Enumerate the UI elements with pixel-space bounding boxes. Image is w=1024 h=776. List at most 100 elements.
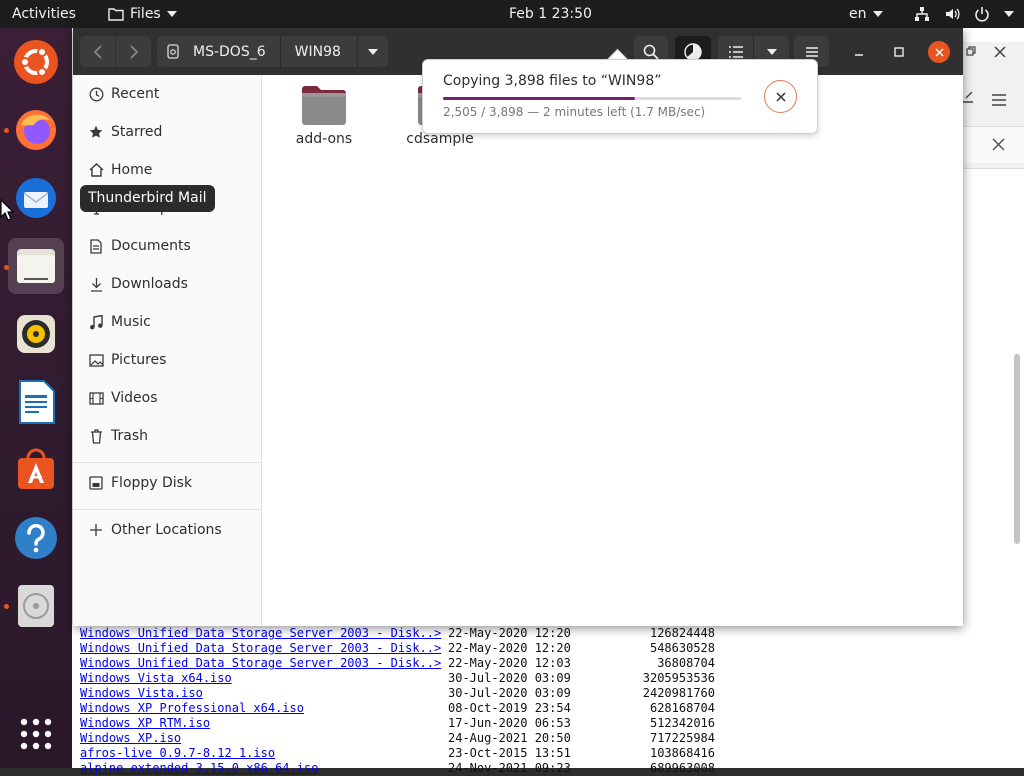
- folder-icon: [302, 86, 346, 125]
- sidebar-item-label: Pictures: [111, 352, 167, 368]
- clock[interactable]: Feb 1 23:50: [509, 5, 592, 23]
- file-date: 30-Jul-2020 03:09: [448, 686, 571, 700]
- file-link[interactable]: Windows XP RTM.iso: [80, 716, 448, 731]
- dock-app-ubuntu[interactable]: [8, 34, 64, 90]
- download-icon[interactable]: [962, 90, 974, 104]
- sidebar-item-pictures[interactable]: Pictures: [73, 345, 261, 375]
- sidebar-item-starred[interactable]: Starred: [73, 117, 261, 147]
- file-link[interactable]: Windows Vista.iso: [80, 686, 448, 701]
- operation-title: Copying 3,898 files to “WIN98”: [443, 73, 662, 89]
- listing-row: Windows XP.iso 24-Aug-2021 20:50 717225984: [80, 731, 715, 746]
- minimize-button[interactable]: [846, 36, 872, 67]
- input-source-button[interactable]: en: [849, 5, 883, 23]
- file-size: 628168704: [649, 701, 715, 715]
- sidebar-item-downloads[interactable]: Downloads: [73, 269, 261, 299]
- view-menu-button[interactable]: [754, 48, 789, 55]
- list-view-icon: [728, 45, 743, 58]
- close-icon[interactable]: [994, 46, 1006, 58]
- file-link[interactable]: Windows Vista x64.iso: [80, 671, 448, 686]
- forward-button[interactable]: [116, 36, 151, 67]
- dock-app-disc[interactable]: [8, 578, 64, 634]
- restore-icon[interactable]: [966, 46, 976, 56]
- menu-icon[interactable]: [992, 94, 1006, 106]
- file-size: 3205953536: [642, 671, 715, 685]
- file-link[interactable]: alpine extended 3.15.0 x86 64.iso: [80, 761, 448, 776]
- ubuntu-logo-icon: [14, 40, 58, 84]
- file-size: 548630528: [649, 641, 715, 655]
- dock-app-rhythmbox[interactable]: [8, 306, 64, 362]
- file-link[interactable]: Windows XP.iso: [80, 731, 448, 746]
- sidebar: Recent Starred Home Desktop Documents Do…: [73, 75, 262, 626]
- maximize-button[interactable]: [886, 36, 912, 67]
- sidebar-item-floppy-disk[interactable]: Floppy Disk: [73, 468, 261, 498]
- listing-row: Windows Vista x64.iso 30-Jul-2020 03:09 32…: [80, 671, 715, 686]
- disc-icon: [18, 585, 54, 627]
- drive-icon: [167, 44, 179, 59]
- scrollbar[interactable]: [1014, 354, 1020, 544]
- sidebar-item-other-locations[interactable]: Other Locations: [73, 515, 261, 545]
- chevron-down-icon: [367, 48, 378, 55]
- app-menu-label: Files: [130, 6, 161, 22]
- file-link[interactable]: Windows XP Professional x64.iso: [80, 701, 448, 716]
- chevron-down-icon: [872, 11, 883, 17]
- dock-app-files[interactable]: [8, 238, 64, 294]
- running-indicator: [4, 128, 9, 133]
- operation-status: 2,505 / 3,898 — 2 minutes left (1.7 MB/s…: [443, 105, 706, 119]
- close-icon[interactable]: [992, 138, 1005, 151]
- cancel-operation-button[interactable]: [764, 80, 797, 113]
- dock-app-firefox[interactable]: [8, 102, 64, 158]
- dock-app-software[interactable]: [8, 442, 64, 498]
- rhythmbox-icon: [17, 315, 55, 353]
- sidebar-item-home[interactable]: Home: [73, 155, 261, 185]
- sidebar-item-recent[interactable]: Recent: [73, 79, 261, 109]
- chevron-left-icon: [93, 44, 102, 59]
- chevron-down-icon: [766, 48, 777, 55]
- file-link[interactable]: Windows Unified Data Storage Server 2003…: [80, 641, 448, 656]
- clock-icon: [89, 87, 103, 101]
- file-link[interactable]: afros-live 0.9.7-8.12 1.iso: [80, 746, 448, 761]
- list-view-button[interactable]: [718, 45, 753, 58]
- file-date: 08-Oct-2019 23:54: [448, 701, 571, 715]
- operation-progress-bar: [443, 97, 741, 100]
- sidebar-item-label: Music: [111, 314, 151, 330]
- file-link[interactable]: Windows Unified Data Storage Server 2003…: [80, 656, 448, 671]
- file-date: 30-Jul-2020 03:09: [448, 671, 571, 685]
- top-bar: Activities Files Feb 1 23:50 en: [0, 0, 1024, 28]
- file-operations-popover: Copying 3,898 files to “WIN98” 2,505 / 3…: [422, 59, 818, 134]
- dock-app-help[interactable]: [8, 510, 64, 566]
- sidebar-item-documents[interactable]: Documents: [73, 231, 261, 261]
- file-size: 689963008: [649, 761, 715, 775]
- file-link[interactable]: Windows Unified Data Storage Server 2003…: [80, 626, 448, 641]
- sidebar-item-label: Floppy Disk: [111, 475, 193, 491]
- running-indicator: [4, 265, 9, 270]
- file-size: 36808704: [657, 656, 715, 670]
- path-crumb[interactable]: MS-DOS_6: [157, 36, 280, 67]
- search-icon: [643, 44, 659, 60]
- path-crumb-current[interactable]: WIN98: [281, 36, 357, 67]
- path-bar: MS-DOS_6 WIN98: [157, 36, 388, 67]
- operation-progress-fill: [443, 97, 635, 100]
- sidebar-item-label: Recent: [111, 86, 160, 102]
- thunderbird-icon: [16, 178, 56, 218]
- folder-item[interactable]: add-ons: [274, 83, 374, 147]
- path-menu-button[interactable]: [358, 36, 388, 67]
- path-crumb-label: WIN98: [294, 43, 341, 60]
- sidebar-item-videos[interactable]: Videos: [73, 383, 261, 413]
- sidebar-item-trash[interactable]: Trash: [73, 421, 261, 451]
- software-icon: [18, 448, 54, 489]
- power-icon: [975, 7, 989, 22]
- close-icon: [775, 91, 786, 102]
- close-button[interactable]: [928, 41, 950, 63]
- dock-app-thunderbird[interactable]: [8, 170, 64, 226]
- dock: [0, 28, 72, 768]
- firefox-icon: [16, 110, 56, 150]
- show-applications-button[interactable]: [8, 706, 64, 762]
- dock-app-writer[interactable]: [8, 374, 64, 430]
- app-menu-button[interactable]: Files: [108, 5, 177, 23]
- activities-button[interactable]: Activities: [12, 5, 76, 23]
- sidebar-item-music[interactable]: Music: [73, 307, 261, 337]
- file-size: 2420981760: [642, 686, 715, 700]
- back-button[interactable]: [80, 36, 115, 67]
- chevron-right-icon: [129, 44, 138, 59]
- system-menu-button[interactable]: [914, 6, 1014, 22]
